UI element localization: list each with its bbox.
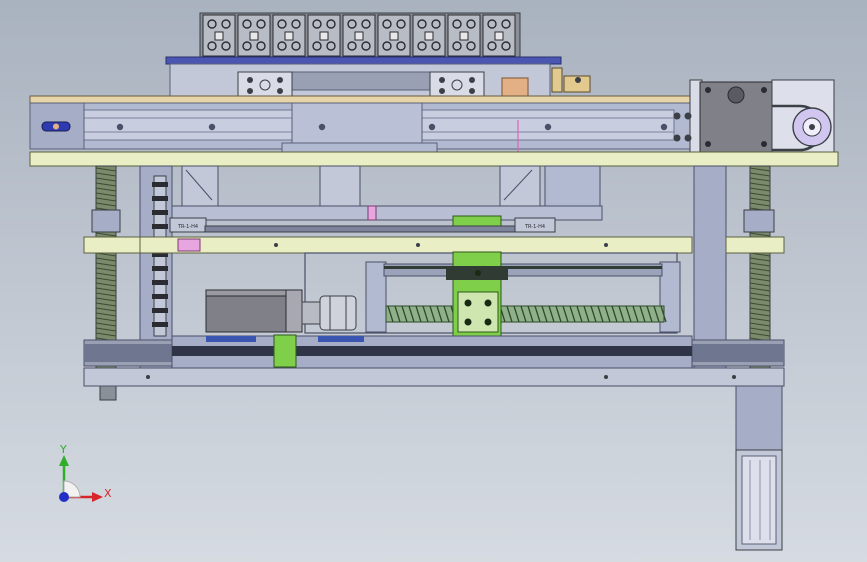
base-plate <box>83 367 785 387</box>
upper-yellow-plate <box>29 151 839 167</box>
top-wood-plate <box>29 95 691 104</box>
bottom-rail-assembly <box>83 334 785 369</box>
axis-triad: Y X <box>59 443 112 502</box>
x-axis-label: X <box>104 487 112 500</box>
rail-slider <box>291 102 423 150</box>
rail-track <box>204 225 516 233</box>
svg-text:TR-1-H4: TR-1-H4 <box>524 224 545 230</box>
svg-text:TR-1-H4: TR-1-H4 <box>177 224 198 230</box>
gripper-unit <box>447 14 481 57</box>
gripper-unit <box>412 14 446 57</box>
servo-motor <box>205 289 303 333</box>
left-chain-guide <box>152 175 168 337</box>
left-bearing-block: TR-1-H4 <box>169 217 207 233</box>
ball-screw <box>385 305 667 323</box>
left-yellow-ear <box>83 236 141 254</box>
drive-guide-bar <box>383 263 663 277</box>
rail-bolt <box>428 123 436 131</box>
gripper-unit <box>377 14 411 57</box>
pink-stop <box>367 205 377 221</box>
gripper-unit <box>237 14 271 57</box>
left-drop-leg <box>735 385 783 451</box>
green-nut-block <box>446 251 508 339</box>
sensor-bracket <box>551 67 591 93</box>
z-axis-dot <box>59 492 69 502</box>
gripper-array <box>199 12 521 59</box>
gripper-unit <box>307 14 341 57</box>
pulley-icon <box>792 107 832 147</box>
vertical-actuator <box>735 449 783 551</box>
green-bottom-block <box>273 334 297 368</box>
right-yellow-ear <box>725 236 785 254</box>
stepper-motor <box>699 81 773 153</box>
blue-mount-plate <box>165 56 562 65</box>
machine-drawing: TR-1-H4 TR-1-H4 Y X <box>29 12 839 551</box>
left-clamp-block <box>237 71 293 99</box>
pink-tab <box>177 238 201 252</box>
rail-bolt <box>208 123 216 131</box>
rail-bolt <box>660 123 668 131</box>
y-axis-label: Y <box>59 443 67 456</box>
right-clamp-block <box>429 71 485 99</box>
rail-bolt <box>116 123 124 131</box>
rail-bolt <box>318 123 326 131</box>
gripper-unit <box>202 14 236 57</box>
middle-yellow-plate <box>83 236 693 254</box>
orange-sensor-block <box>501 77 529 97</box>
gripper-unit <box>272 14 306 57</box>
right-bearing-block: TR-1-H4 <box>514 217 556 233</box>
drive-side-left <box>365 261 387 333</box>
rail-bolt <box>544 123 552 131</box>
shaft-coupling <box>301 295 357 331</box>
gripper-unit <box>482 14 516 57</box>
limit-switch-icon <box>41 121 71 132</box>
upper-carriage-slot <box>291 71 433 91</box>
gripper-unit <box>342 14 376 57</box>
cad-viewport: TR-1-H4 TR-1-H4 Y X <box>0 0 867 562</box>
